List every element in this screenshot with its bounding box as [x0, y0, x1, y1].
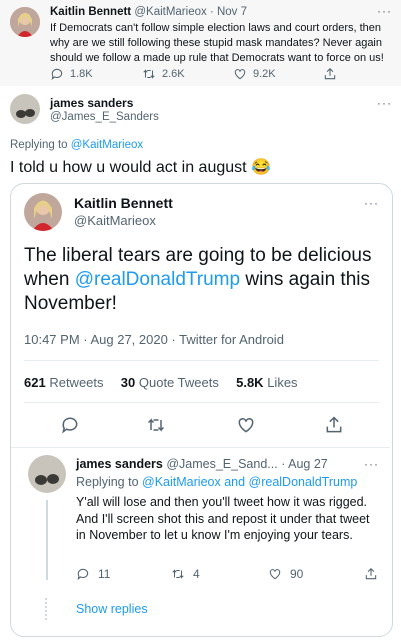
retweets-label[interactable]: Retweets [49, 375, 103, 390]
divider [11, 447, 390, 448]
thread-line [46, 500, 48, 580]
tweet-date[interactable]: · Nov 7 [210, 6, 247, 18]
share-action[interactable] [323, 67, 337, 81]
reply-action[interactable]: 11 [76, 567, 110, 581]
author-handle[interactable]: @James_E_Sand... [166, 457, 277, 471]
quotes-label[interactable]: Quote Tweets [139, 375, 219, 390]
share-icon [324, 68, 336, 80]
retweet-icon [143, 69, 155, 79]
author-handle[interactable]: @KaitMarieox [74, 213, 156, 228]
avatar[interactable] [10, 94, 40, 124]
laughing-emoji: 😂 [251, 159, 271, 176]
divider [24, 402, 379, 403]
retweets-count[interactable]: 621 [24, 375, 46, 390]
more-options-icon[interactable]: ··· [377, 96, 392, 110]
replying-to-label: Replying to [76, 475, 139, 489]
retweet-icon [172, 569, 184, 579]
replying-to-label: Replying to [10, 139, 68, 151]
retweet-action[interactable]: 2.6K [142, 67, 185, 81]
avatar[interactable] [24, 193, 62, 231]
author-handle[interactable]: @KaitMarieox [134, 6, 206, 18]
retweet-count: 4 [193, 567, 200, 581]
author-name[interactable]: james sanders [50, 96, 133, 110]
tweet-timestamp[interactable]: 10:47 PM · Aug 27, 2020 · [24, 332, 179, 347]
share-button[interactable] [324, 415, 344, 435]
like-count: 9.2K [253, 68, 276, 80]
like-button[interactable] [236, 415, 256, 435]
avatar-image-icon [24, 193, 62, 231]
avatar-image-icon [10, 94, 40, 124]
avatar-image-icon [10, 7, 40, 37]
reply-icon [77, 568, 89, 580]
avatar[interactable] [28, 455, 66, 493]
mention-link[interactable]: @realDonaldTrump [75, 269, 240, 290]
divider [24, 360, 379, 361]
avatar-image-icon [28, 455, 66, 493]
retweet-button[interactable] [146, 415, 166, 435]
tweet-date[interactable]: · Aug 27 [281, 457, 328, 471]
heart-icon [234, 69, 246, 80]
replying-to-link[interactable]: @KaitMarieox [71, 139, 143, 151]
engagement-stats: 621 Retweets 30 Quote Tweets 5.8K Likes [24, 375, 298, 390]
more-options-icon[interactable]: ··· [377, 4, 392, 18]
author-name[interactable]: Kaitlin Bennett [50, 6, 131, 18]
share-icon [326, 416, 342, 433]
author-handle[interactable]: @James_E_Sanders [50, 111, 159, 123]
like-action[interactable]: 90 [268, 567, 303, 581]
tweet-text: I told u how u would act in august [10, 159, 247, 176]
like-count: 90 [290, 567, 304, 581]
more-options-icon[interactable]: ··· [364, 196, 379, 210]
retweet-action[interactable]: 4 [171, 567, 200, 581]
retweet-icon [147, 418, 165, 432]
like-action[interactable]: 9.2K [233, 67, 276, 81]
quotes-count[interactable]: 30 [121, 375, 135, 390]
share-action[interactable] [364, 567, 378, 581]
reply-count: 1.8K [70, 68, 93, 80]
avatar[interactable] [10, 7, 40, 37]
likes-count[interactable]: 5.8K [236, 375, 263, 390]
reply-action[interactable]: 1.8K [50, 67, 93, 81]
reply-icon [62, 417, 78, 434]
reply-button[interactable] [60, 415, 80, 435]
reply-icon [51, 68, 63, 80]
author-name[interactable]: james sanders [76, 457, 163, 471]
quoted-tweet-text: The liberal tears are going to be delici… [24, 244, 379, 316]
tweet-client[interactable]: Twitter for Android [179, 332, 284, 347]
show-replies-link[interactable]: Show replies [76, 602, 148, 616]
more-options-icon[interactable]: ··· [364, 457, 379, 471]
heart-icon [269, 569, 281, 580]
heart-icon [238, 417, 254, 433]
tweet-text: If Democrats can't follow simple electio… [50, 22, 384, 64]
likes-label[interactable]: Likes [267, 375, 297, 390]
replying-to-link[interactable]: @KaitMarieox and @realDonaldTrump [142, 475, 357, 489]
reply-count: 11 [98, 567, 111, 581]
author-name[interactable]: Kaitlin Bennett [74, 195, 173, 211]
reply-text: Y'all will lose and then you'll tweet ho… [76, 495, 370, 542]
share-icon [365, 568, 377, 580]
retweet-count: 2.6K [162, 68, 185, 80]
thread-dots [45, 598, 51, 620]
